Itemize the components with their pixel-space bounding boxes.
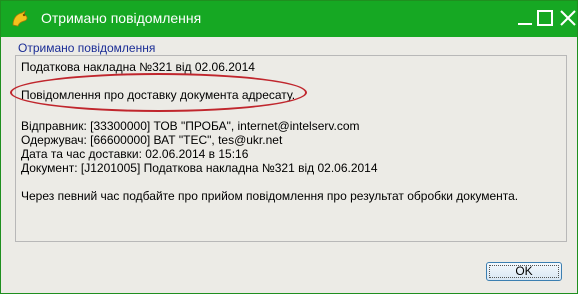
delivery-time-line: Дата та час доставки: 02.06.2014 в 15:16 [21, 147, 249, 161]
close-icon[interactable] [557, 7, 578, 29]
message-box: Податкова накладна №321 від 02.06.2014 П… [10, 55, 567, 242]
notification-dialog: Отримано повідомлення Отримано повідомле… [0, 0, 578, 294]
app-icon [10, 10, 30, 28]
invoice-line: Податкова накладна №321 від 02.06.2014 [21, 60, 255, 74]
window-title: Отримано повідомлення [41, 10, 202, 26]
followup-line: Через певний час подбайте про прийом пов… [21, 189, 519, 203]
sender-line: Відправник: [33300000] ТОВ "ПРОБА", inte… [21, 119, 360, 133]
document-line: Документ: [J1201005] Податкова накладна … [21, 161, 378, 175]
recipient-line: Одержувач: [66600000] ВАТ "ТЕС", tes@ukr… [21, 133, 283, 147]
focus-rect [489, 265, 559, 278]
maximize-icon[interactable] [535, 7, 557, 29]
highlight-ellipse [10, 73, 307, 112]
ok-button[interactable]: OK [486, 262, 562, 281]
section-label: Отримано повідомлення [18, 41, 156, 55]
title-bar[interactable]: Отримано повідомлення [1, 1, 577, 37]
minimize-icon[interactable] [515, 7, 537, 29]
